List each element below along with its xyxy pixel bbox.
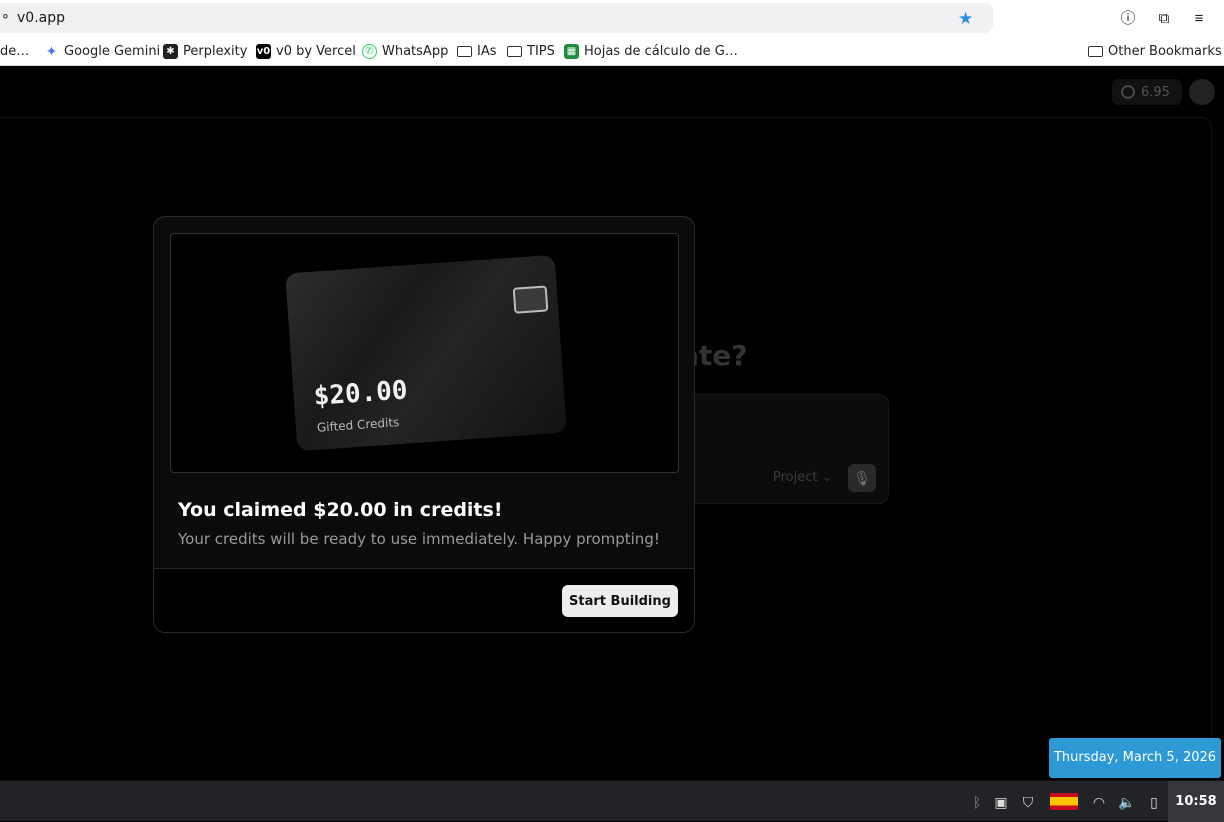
wifi-icon[interactable]: ◠ <box>1089 792 1109 812</box>
card-label: Gifted Credits <box>316 415 400 435</box>
clock[interactable]: 10:58 <box>1168 781 1224 822</box>
clipboard-icon[interactable]: ▣ <box>992 792 1010 812</box>
date-tooltip: Thursday, March 5, 2026 <box>1049 738 1221 778</box>
bookmark-star-icon[interactable]: ★ <box>958 9 973 29</box>
chevron-down-icon: ⌄ <box>821 470 833 485</box>
extensions-icon[interactable]: ⧉ <box>1154 9 1174 29</box>
perplexity-icon: ✱ <box>163 44 178 59</box>
bookmark-item[interactable]: de… <box>0 44 29 59</box>
project-selector[interactable]: Project ⌄ <box>773 470 833 485</box>
shield-icon[interactable]: ⛉ <box>1018 792 1038 812</box>
microphone-icon: 🎙 <box>853 470 871 486</box>
bookmark-folder-ias[interactable]: IAs <box>457 44 497 59</box>
bookmark-label: Hojas de cálculo de G… <box>584 44 738 59</box>
volume-icon[interactable]: 🔈 <box>1117 792 1137 812</box>
bookmark-label: de… <box>0 44 30 59</box>
dialog-footer: Start Building <box>154 568 694 632</box>
bookmark-label: Google Gemini <box>64 44 161 59</box>
address-bar[interactable]: ⚬ v0.app ★ <box>0 3 993 33</box>
avatar[interactable] <box>1189 79 1215 105</box>
credits-badge[interactable]: 6.95 <box>1112 79 1182 105</box>
bookmarks-bar: de… ✦ Google Gemini ✱ Perplexity v0 v0 b… <box>0 38 1224 66</box>
site-info-icon[interactable]: ⚬ <box>0 10 11 25</box>
url-text[interactable]: v0.app <box>17 10 65 26</box>
bookmark-v0[interactable]: v0 v0 by Vercel <box>256 44 356 59</box>
folder-icon <box>507 46 522 57</box>
bookmark-whatsapp[interactable]: ✆ WhatsApp <box>362 44 448 59</box>
credits-claimed-dialog: $20.00 Gifted Credits You claimed $20.00… <box>153 216 695 633</box>
gift-card: $20.00 Gifted Credits <box>285 254 567 452</box>
folder-icon <box>457 46 472 57</box>
menu-icon[interactable]: ≡ <box>1189 9 1209 29</box>
bookmark-folder-tips[interactable]: TIPS <box>507 44 555 59</box>
other-bookmarks-label: Other Bookmarks <box>1108 44 1222 59</box>
other-bookmarks[interactable]: Other Bookmarks <box>1088 44 1222 59</box>
project-label: Project <box>773 470 818 485</box>
keyboard-layout-flag-icon[interactable] <box>1050 793 1078 810</box>
credits-value: 6.95 <box>1141 84 1170 100</box>
sheets-icon: ▦ <box>564 44 579 59</box>
bookmark-sheets[interactable]: ▦ Hojas de cálculo de G… <box>564 44 738 59</box>
bookmark-label: v0 by Vercel <box>276 44 356 59</box>
info-icon[interactable]: ⓘ <box>1118 9 1138 29</box>
card-chip-icon <box>512 285 549 314</box>
battery-icon[interactable]: ▯ <box>1145 792 1163 812</box>
start-building-button[interactable]: Start Building <box>562 585 678 617</box>
dialog-subtitle: Your credits will be ready to use immedi… <box>178 530 660 548</box>
gift-card-preview: $20.00 Gifted Credits <box>170 233 679 473</box>
card-amount: $20.00 <box>312 375 409 412</box>
browser-toolbar: ⚬ v0.app ★ ⓘ ⧉ ≡ <box>0 0 1224 38</box>
dialog-title: You claimed $20.00 in credits! <box>178 499 503 521</box>
folder-icon <box>1088 46 1103 57</box>
taskbar: ᛒ ▣ ⛉ ◠ 🔈 ▯ 10:58 <box>0 780 1224 822</box>
bookmark-label: WhatsApp <box>382 44 449 59</box>
bookmark-label: IAs <box>477 44 497 59</box>
whatsapp-icon: ✆ <box>362 44 377 59</box>
bookmark-perplexity[interactable]: ✱ Perplexity <box>163 44 247 59</box>
bookmark-google-gemini[interactable]: ✦ Google Gemini <box>44 43 161 60</box>
bluetooth-icon[interactable]: ᛒ <box>968 792 986 812</box>
bookmark-label: Perplexity <box>183 44 248 59</box>
credits-icon <box>1121 85 1135 99</box>
bookmark-label: TIPS <box>527 44 555 59</box>
gemini-icon: ✦ <box>45 43 58 60</box>
v0-icon: v0 <box>256 44 271 59</box>
microphone-button[interactable]: 🎙 <box>848 464 876 492</box>
